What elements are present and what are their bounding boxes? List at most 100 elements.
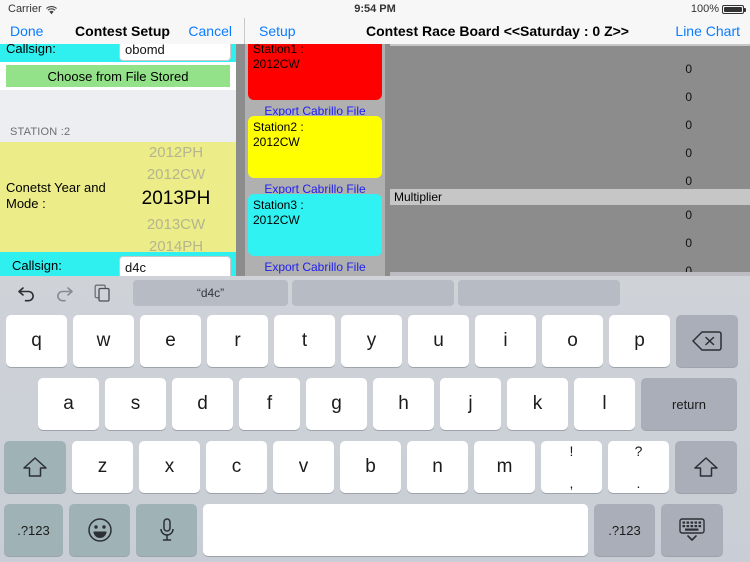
redo-icon[interactable] [50, 281, 78, 305]
key-o[interactable]: o [542, 315, 603, 367]
line-chart-button[interactable]: Line Chart [675, 23, 740, 39]
station-card-title: Station1 : [253, 44, 304, 56]
score-value: 0 [685, 146, 692, 160]
station-card-2[interactable]: Station2 :2012CW [248, 116, 382, 178]
app-screen: Carrier 9:54 PM 100% Done Contest Setup … [0, 0, 750, 562]
key-exclamation: ! [569, 443, 574, 459]
key-t[interactable]: t [274, 315, 335, 367]
right-nav-bar: Setup Contest Race Board <<Saturday : 0 … [245, 18, 750, 44]
picker-option-2013ph[interactable]: 2013PH [116, 188, 236, 210]
hide-keyboard-key[interactable] [661, 504, 723, 556]
station-list: Station1 :2012CW Export Cabrillo File Stat… [245, 44, 385, 276]
station-card-3[interactable]: Station3 :2012CW [248, 194, 382, 256]
shift-right-key[interactable] [675, 441, 737, 493]
key-p[interactable]: p [609, 315, 670, 367]
multiplier-value: 0 [685, 208, 692, 222]
picker-option-2013cw[interactable]: 2013CW [116, 216, 236, 233]
left-nav-bar: Done Contest Setup Cancel [0, 18, 245, 44]
key-f[interactable]: f [239, 378, 300, 430]
score-value: 0 [685, 90, 692, 104]
return-key[interactable]: return [641, 378, 737, 430]
callsign-top-input[interactable]: obomd [119, 44, 231, 61]
key-v[interactable]: v [273, 441, 334, 493]
key-r[interactable]: r [207, 315, 268, 367]
key-m[interactable]: m [474, 441, 535, 493]
form-row-callsign: Callsign: d4c [0, 252, 236, 276]
content-area: Callsign: obomd Choose from File Stored … [0, 44, 750, 276]
key-k[interactable]: k [507, 378, 568, 430]
status-bar-right: 100% [690, 3, 746, 15]
battery-percent-label: 100% [690, 3, 719, 15]
callsign-label: Callsign: [12, 258, 62, 273]
station-card-subtitle: 2012CW [253, 57, 300, 71]
contest-setup-form: Callsign: obomd Choose from File Stored … [0, 44, 236, 276]
keyboard-toolbar: “d4c” [0, 276, 750, 310]
microphone-key[interactable] [136, 504, 197, 556]
numbers-right-key[interactable]: .?123 [594, 504, 655, 556]
key-exclamation-comma[interactable]: !, [541, 441, 602, 493]
key-c[interactable]: c [206, 441, 267, 493]
suggestion-3[interactable] [458, 280, 620, 306]
key-g[interactable]: g [306, 378, 367, 430]
paste-icon[interactable] [88, 281, 116, 305]
key-n[interactable]: n [407, 441, 468, 493]
key-z[interactable]: z [72, 441, 133, 493]
undo-icon[interactable] [12, 281, 40, 305]
key-a[interactable]: a [38, 378, 99, 430]
multiplier-value: 0 [685, 236, 692, 250]
emoji-key[interactable] [69, 504, 130, 556]
numbers-left-key[interactable]: .?123 [4, 504, 63, 556]
form-section-header: STATION :2 [0, 114, 236, 142]
contest-year-mode-picker[interactable]: 2012PH 2012CW 2013PH 2013CW 2014PH [116, 142, 236, 255]
cancel-button[interactable]: Cancel [188, 23, 232, 39]
suggestion-2[interactable] [292, 280, 454, 306]
shift-left-key[interactable] [4, 441, 66, 493]
multiplier-section-header: Multiplier [390, 189, 750, 205]
station-card-title: Station3 : [253, 198, 304, 212]
station-section-label: STATION :2 [10, 126, 71, 138]
station-card-subtitle: 2012CW [253, 135, 300, 149]
callsign-input[interactable]: d4c [119, 256, 231, 276]
key-j[interactable]: j [440, 378, 501, 430]
form-row-callsign-top: Callsign: obomd [0, 44, 236, 62]
score-panel: 0 0 0 0 0 Multiplier 0 0 0 [390, 44, 750, 276]
choose-from-file-stored-button[interactable]: Choose from File Stored [6, 65, 230, 87]
right-nav-title: Contest Race Board <<Saturday : 0 Z>> [366, 23, 629, 39]
status-bar: Carrier 9:54 PM 100% [0, 0, 750, 18]
export-cabrillo-file-button-3[interactable]: Export Cabrillo File [248, 258, 382, 276]
key-s[interactable]: s [105, 378, 166, 430]
key-e[interactable]: e [140, 315, 201, 367]
picker-option-2012ph[interactable]: 2012PH [116, 144, 236, 161]
score-value: 0 [685, 174, 692, 188]
backspace-key[interactable] [676, 315, 738, 367]
callsign-top-label: Callsign: [6, 44, 56, 56]
form-row-year-mode-picker: Conetst Year and Mode : 2012PH 2012CW 2013… [0, 142, 236, 255]
key-period: . [636, 475, 641, 491]
key-u[interactable]: u [408, 315, 469, 367]
key-question: ? [634, 443, 643, 459]
suggestion-1[interactable]: “d4c” [133, 280, 288, 306]
picker-option-2012cw[interactable]: 2012CW [116, 166, 236, 183]
key-w[interactable]: w [73, 315, 134, 367]
key-x[interactable]: x [139, 441, 200, 493]
key-question-period[interactable]: ?. [608, 441, 669, 493]
score-value: 0 [685, 118, 692, 132]
score-panel-top-rule [390, 44, 750, 46]
key-y[interactable]: y [341, 315, 402, 367]
key-d[interactable]: d [172, 378, 233, 430]
key-comma: , [569, 475, 574, 491]
key-i[interactable]: i [475, 315, 536, 367]
key-h[interactable]: h [373, 378, 434, 430]
key-q[interactable]: q [6, 315, 67, 367]
station-card-1[interactable]: Station1 :2012CW [248, 44, 382, 100]
station-card-subtitle: 2012CW [253, 213, 300, 227]
score-value: 0 [685, 62, 692, 76]
on-screen-keyboard: “d4c” qwertyuiop a s d f g h j k l return zxcvbnm… [0, 276, 750, 562]
status-bar-time: 9:54 PM [354, 3, 396, 15]
form-row-choose-file: Choose from File Stored [0, 62, 236, 90]
key-b[interactable]: b [340, 441, 401, 493]
form-row-spacer [0, 90, 236, 114]
space-key[interactable] [203, 504, 588, 556]
key-l[interactable]: l [574, 378, 635, 430]
picker-label: Conetst Year and Mode : [6, 180, 106, 212]
